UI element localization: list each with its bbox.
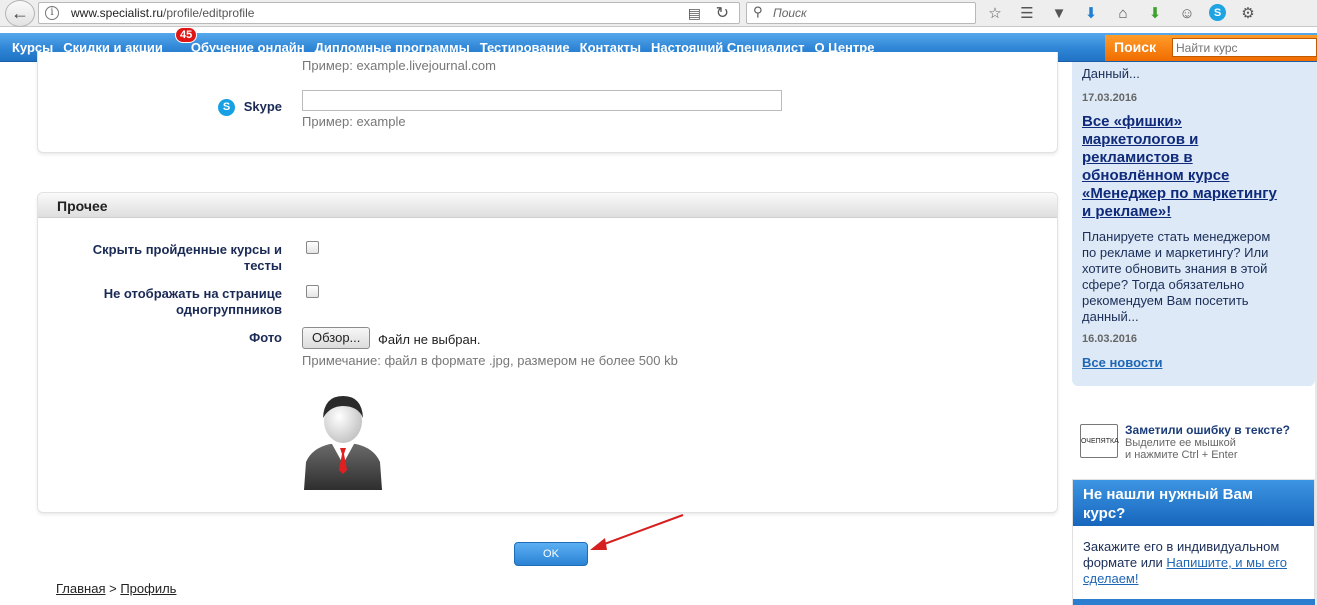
browser-search-placeholder: Поиск <box>773 6 807 20</box>
hide-groupmates-label: Не отображать на странице одногруппников <box>60 286 282 318</box>
reader-view-icon[interactable]: ▤ <box>688 5 701 22</box>
breadcrumb: Главная > Профиль <box>56 581 176 596</box>
news-title-line: рекламистов в <box>1082 149 1193 166</box>
hide-groupmates-checkbox[interactable] <box>306 285 319 298</box>
custom-course-title-line2: курс? <box>1083 505 1126 522</box>
skype-hint: Пример: example <box>302 114 406 129</box>
site-search: Поиск <box>1105 35 1317 61</box>
news-body-line: Планируете стать менеджером <box>1082 229 1271 244</box>
news-body-line: по рекламе и маркетингу? Или <box>1082 245 1269 260</box>
all-news-link[interactable]: Все новости <box>1082 355 1162 370</box>
reload-icon[interactable]: ↻ <box>716 3 729 23</box>
browse-file-button[interactable]: Обзор... <box>302 327 371 349</box>
custom-course-title-line1: Не нашли нужный Вам <box>1083 486 1253 503</box>
browser-search-input[interactable]: ⚲ Поиск <box>746 2 976 24</box>
news-title-link[interactable]: Все «фишки» маркетологов и рекламистов в… <box>1082 113 1310 221</box>
ok-submit-button[interactable]: OK <box>514 542 588 566</box>
skype-input[interactable] <box>302 90 782 111</box>
typo-magnifier-icon: ОЧЕПЯТКА <box>1080 424 1119 458</box>
custom-course-title: Не нашли нужный Вам курс? <box>1073 480 1314 526</box>
breadcrumb-current-link[interactable]: Профиль <box>120 581 176 596</box>
breadcrumb-home-link[interactable]: Главная <box>56 581 105 596</box>
typo-title: Заметили ошибку в тексте? <box>1125 423 1290 437</box>
url-text: www.specialist.ru/profile/editprofile <box>71 6 254 20</box>
hide-groupmates-label-line2: одногруппников <box>175 302 282 317</box>
home-icon[interactable]: ⌂ <box>1113 3 1133 23</box>
breadcrumb-separator: > <box>109 581 117 596</box>
news-title-line: Все «фишки» <box>1082 113 1182 130</box>
news-sidebar: Данный... 17.03.2016 Все «фишки» маркето… <box>1072 62 1315 386</box>
news-body: Планируете стать менеджером по рекламе и… <box>1082 229 1270 325</box>
site-search-label: Поиск <box>1114 39 1157 55</box>
news-title-line: «Менеджер по маркетингу <box>1082 185 1277 202</box>
photo-note: Примечание: файл в формате .jpg, размеро… <box>302 353 678 368</box>
info-icon[interactable]: i <box>45 6 59 20</box>
skype-logo-icon: S <box>218 99 235 116</box>
discounts-count-badge: 45 <box>175 27 198 43</box>
typo-report-box: ОЧЕПЯТКА Заметили ошибку в тексте? Выдел… <box>1080 420 1315 464</box>
hide-courses-label-line1: Скрыть пройденные курсы и <box>92 242 282 257</box>
hide-courses-label-line2: тесты <box>243 258 282 273</box>
bookmarks-list-icon[interactable]: ☰ <box>1017 3 1037 23</box>
other-panel-title: Прочее <box>38 193 1057 218</box>
search-icon: ⚲ <box>753 4 763 19</box>
pocket-icon[interactable]: ▼ <box>1049 3 1069 23</box>
default-avatar-image <box>302 392 384 492</box>
news-body-line: сфере? Тогда обязательно <box>1082 277 1245 292</box>
toolbar-icons: ☆ ☰ ▼ ⬇ ⌂ ⬇ ☺ S ⚙ <box>985 3 1258 23</box>
news-body-line: рекомендуем Вам посетить <box>1082 293 1249 308</box>
news-body-line: хотите обновить знания в этой <box>1082 261 1268 276</box>
site-search-input[interactable] <box>1172 38 1317 57</box>
typo-instruction-1: Выделите ее мышкой <box>1125 437 1236 449</box>
news-body-line: данный... <box>1082 309 1139 324</box>
address-bar[interactable]: i www.specialist.ru/profile/editprofile … <box>38 2 740 24</box>
news-title-line: маркетологов и <box>1082 131 1199 148</box>
news-title-line: и рекламе»! <box>1082 203 1172 220</box>
hide-courses-checkbox[interactable] <box>306 241 319 254</box>
news-date-2: 16.03.2016 <box>1082 333 1138 345</box>
custom-course-bottom-bar <box>1073 599 1316 605</box>
skype-label: Skype <box>243 99 282 114</box>
typo-instruction-2: и нажмите Ctrl + Enter <box>1125 449 1238 461</box>
extension-icon[interactable]: ⚙ <box>1238 3 1258 23</box>
livejournal-hint: Пример: example.livejournal.com <box>302 58 496 73</box>
news-date-1: 17.03.2016 <box>1082 92 1138 104</box>
green-download-icon[interactable]: ⬇ <box>1145 3 1165 23</box>
annotation-arrow-icon <box>590 514 684 550</box>
download-icon[interactable]: ⬇ <box>1081 3 1101 23</box>
custom-course-text: Закажите его в индивидуальном формате ил… <box>1083 539 1313 587</box>
chat-icon[interactable]: ☺ <box>1177 3 1197 23</box>
browser-toolbar: ← i www.specialist.ru/profile/editprofil… <box>0 0 1317 27</box>
bookmark-star-icon[interactable]: ☆ <box>985 3 1005 23</box>
hide-groupmates-label-line1: Не отображать на странице <box>103 286 282 301</box>
skype-icon[interactable]: S <box>1209 4 1226 21</box>
news-title-line: обновлённом курсе <box>1082 167 1230 184</box>
hide-courses-label: Скрыть пройденные курсы и тесты <box>60 242 282 274</box>
custom-course-box: Не нашли нужный Вам курс? Закажите его в… <box>1072 479 1316 605</box>
back-arrow-icon[interactable]: ← <box>5 0 35 27</box>
photo-label: Фото <box>249 330 282 345</box>
url-path: /profile/editprofile <box>163 6 255 20</box>
news-snippet-end: Данный... <box>1082 66 1140 81</box>
file-status-text: Файл не выбран. <box>378 332 481 347</box>
url-domain: www.specialist.ru <box>71 6 164 20</box>
